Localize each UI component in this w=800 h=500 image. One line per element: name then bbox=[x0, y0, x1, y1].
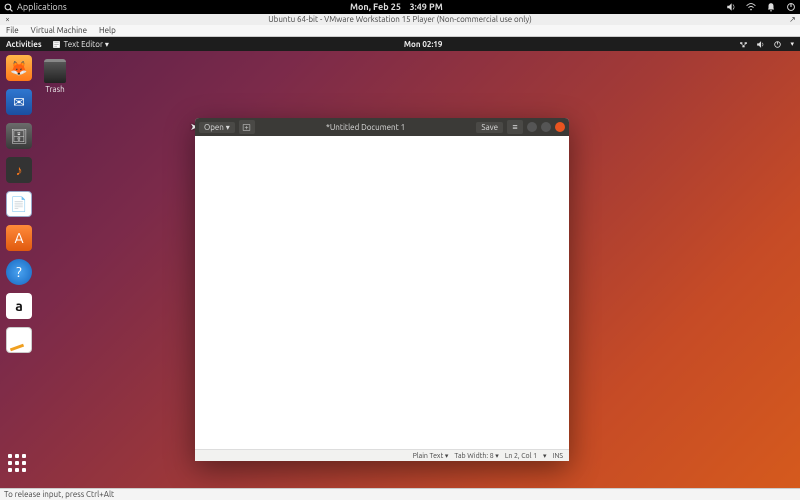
vmplayer-menubar: File Virtual Machine Help bbox=[0, 25, 800, 37]
volume-icon[interactable] bbox=[726, 2, 736, 12]
vmplayer-titlebar: × Ubuntu 64-bit - VMware Workstation 15 … bbox=[0, 14, 800, 25]
gnome-clock[interactable]: Mon 02:19 bbox=[113, 40, 734, 49]
gedit-text-area[interactable] bbox=[195, 136, 569, 449]
maximize-button[interactable] bbox=[541, 122, 551, 132]
vm-detach-button[interactable]: ↗ bbox=[788, 15, 797, 24]
save-button[interactable]: Save bbox=[476, 122, 503, 133]
dock-rhythmbox[interactable]: ♪ bbox=[6, 157, 32, 183]
dock-software[interactable]: A bbox=[6, 225, 32, 251]
applications-label: Applications bbox=[17, 2, 67, 12]
bell-icon[interactable] bbox=[766, 2, 776, 12]
vm-title: Ubuntu 64-bit - VMware Workstation 15 Pl… bbox=[12, 15, 788, 24]
trash-desktop-icon[interactable]: Trash bbox=[44, 59, 66, 94]
open-button[interactable]: Open ▾ bbox=[199, 122, 235, 133]
statusbar-hint: To release input, press Ctrl+Alt bbox=[4, 490, 114, 499]
gedit-window: Open ▾ *Untitled Document 1 Save ≡ Plain… bbox=[195, 118, 569, 461]
cursor-position: Ln 2, Col 1 bbox=[505, 452, 537, 460]
minimize-button[interactable] bbox=[527, 122, 537, 132]
dock-thunderbird[interactable]: ✉ bbox=[6, 89, 32, 115]
chevron-down-icon[interactable]: ▾ bbox=[543, 452, 547, 460]
guest-desktop[interactable]: Activities Text Editor ▾ Mon 02:19 ▾ Tra… bbox=[0, 37, 800, 488]
show-applications-button[interactable] bbox=[8, 454, 28, 474]
trash-icon bbox=[44, 59, 66, 83]
wifi-icon[interactable] bbox=[746, 2, 756, 12]
host-activities[interactable]: Applications bbox=[4, 2, 67, 12]
vmplayer-statusbar: To release input, press Ctrl+Alt bbox=[0, 488, 800, 500]
host-tray bbox=[726, 2, 796, 12]
host-clock[interactable]: Mon, Feb 25 3:49 PM bbox=[67, 2, 726, 12]
close-button[interactable] bbox=[555, 122, 565, 132]
power-icon bbox=[773, 40, 782, 49]
chevron-down-icon: ▾ bbox=[790, 40, 794, 48]
gnome-tray[interactable]: ▾ bbox=[733, 40, 800, 49]
gedit-statusbar: Plain Text ▾ Tab Width: 8 ▾ Ln 2, Col 1 … bbox=[195, 449, 569, 461]
hamburger-menu-button[interactable]: ≡ bbox=[507, 120, 523, 134]
search-icon bbox=[4, 3, 13, 12]
new-tab-icon bbox=[242, 123, 251, 132]
menu-virtual-machine[interactable]: Virtual Machine bbox=[31, 26, 87, 35]
gnome-topbar: Activities Text Editor ▾ Mon 02:19 ▾ bbox=[0, 37, 800, 51]
gedit-title: *Untitled Document 1 bbox=[259, 123, 473, 132]
menu-help[interactable]: Help bbox=[99, 26, 116, 35]
new-tab-button[interactable] bbox=[239, 120, 255, 134]
trash-label: Trash bbox=[44, 85, 66, 94]
dock-firefox[interactable]: 🦊 bbox=[6, 55, 32, 81]
insert-mode: INS bbox=[553, 452, 563, 460]
hamburger-icon: ≡ bbox=[512, 122, 517, 132]
dock-libreoffice[interactable]: 📄 bbox=[6, 191, 32, 217]
dock-amazon[interactable]: a bbox=[6, 293, 32, 319]
app-menu-button[interactable]: Text Editor ▾ bbox=[48, 40, 113, 49]
window-controls bbox=[527, 122, 565, 132]
host-topbar: Applications Mon, Feb 25 3:49 PM bbox=[0, 0, 800, 14]
dock-files[interactable]: 🗄 bbox=[6, 123, 32, 149]
activities-button[interactable]: Activities bbox=[0, 40, 48, 49]
volume-icon bbox=[756, 40, 765, 49]
tab-width-selector[interactable]: Tab Width: 8 ▾ bbox=[454, 452, 498, 460]
gnome-dock: 🦊 ✉ 🗄 ♪ 📄 A ? a bbox=[3, 55, 35, 353]
network-icon bbox=[739, 40, 748, 49]
menu-file[interactable]: File bbox=[6, 26, 19, 35]
vm-close-button[interactable]: × bbox=[3, 15, 12, 24]
text-editor-icon bbox=[52, 40, 61, 49]
syntax-selector[interactable]: Plain Text ▾ bbox=[413, 452, 449, 460]
dock-gedit[interactable] bbox=[6, 327, 32, 353]
dock-help[interactable]: ? bbox=[6, 259, 32, 285]
power-icon[interactable] bbox=[786, 2, 796, 12]
gedit-headerbar: Open ▾ *Untitled Document 1 Save ≡ bbox=[195, 118, 569, 136]
